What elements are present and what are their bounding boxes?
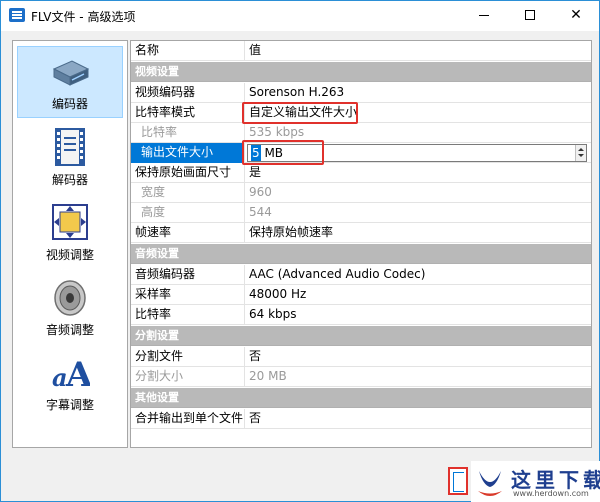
row-keep-size[interactable]: 保持原始画面尺寸 是 (131, 163, 591, 183)
split-size-name: 分割大小 (131, 367, 245, 387)
row-sample-rate[interactable]: 采样率 48000 Hz (131, 285, 591, 305)
nav-label-subtitle-adjust: 字幕调整 (45, 398, 94, 412)
nav-item-video-adjust[interactable]: 视频调整 (17, 196, 123, 268)
category-nav: 编码器 解码器 视频调整 音频调整 a A 字幕调整 (12, 40, 128, 448)
row-merge-output[interactable]: 合并输出到单个文件 否 (131, 409, 591, 429)
header-value: 值 (249, 43, 262, 57)
row-bitrate-mode[interactable]: 比特率模式 自定义输出文件大小 (131, 103, 591, 123)
watermark-url: www.herdown.com (513, 489, 589, 498)
output-size-unit: MB (260, 146, 284, 160)
output-size-spinner[interactable]: 5 MB (247, 144, 587, 162)
keep-size-value[interactable]: 是 (245, 163, 591, 183)
maximize-icon (525, 10, 535, 20)
nav-label-encoder: 编码器 (51, 97, 88, 111)
output-size-selected-digit: 5 (251, 145, 261, 161)
audio-bitrate-name: 比特率 (131, 305, 245, 325)
split-file-name: 分割文件 (131, 347, 245, 367)
height-name: 高度 (131, 203, 245, 223)
svg-text:A: A (65, 355, 90, 392)
category-split[interactable]: 分割设置 (131, 326, 591, 346)
title-bar: FLV文件 - 高级选项 ✕ (1, 1, 599, 31)
nav-label-video-adjust: 视频调整 (45, 248, 94, 262)
row-audio-encoder[interactable]: 音频编码器 AAC (Advanced Audio Codec) (131, 265, 591, 285)
category-audio-label: 音频设置 (135, 247, 179, 260)
row-split-size: 分割大小 20 MB (131, 367, 591, 387)
split-file-value[interactable]: 否 (245, 347, 591, 367)
row-audio-bitrate[interactable]: 比特率 64 kbps (131, 305, 591, 325)
row-video-encoder[interactable]: 视频编码器 Sorenson H.263 (131, 83, 591, 103)
window-title: FLV文件 - 高级选项 (31, 10, 136, 24)
width-value: 960 (249, 185, 272, 199)
bitrate-mode-name: 比特率模式 (131, 103, 245, 123)
bitrate-mode-value[interactable]: 自定义输出文件大小 (245, 103, 591, 123)
output-size-name: 输出文件大小 (131, 143, 245, 163)
audio-encoder-name: 音频编码器 (131, 265, 245, 285)
merge-output-value[interactable]: 否 (245, 409, 591, 429)
category-other[interactable]: 其他设置 (131, 388, 591, 408)
sample-rate-name: 采样率 (131, 285, 245, 305)
merge-output-name: 合并输出到单个文件 (131, 409, 245, 429)
framerate-name: 帧速率 (131, 223, 245, 243)
header-name: 名称 (131, 41, 245, 61)
category-video-label: 视频设置 (135, 65, 179, 78)
spin-up-icon[interactable] (578, 148, 584, 151)
close-icon: ✕ (570, 7, 582, 23)
video-encoder-name: 视频编码器 (131, 83, 245, 103)
split-size-value: 20 MB (249, 369, 287, 383)
maximize-button[interactable] (507, 1, 553, 31)
sample-rate-value[interactable]: 48000 Hz (245, 285, 591, 305)
row-height: 高度 544 (131, 203, 591, 223)
watermark-logo-icon (478, 471, 502, 496)
video-adjust-icon (52, 204, 88, 240)
nav-item-decoder[interactable]: 解码器 (17, 121, 123, 193)
nav-item-subtitle-adjust[interactable]: a A 字幕调整 (17, 346, 123, 418)
watermark: 这里下载 www.herdown.com (471, 461, 600, 502)
app-icon (9, 8, 25, 22)
close-button[interactable]: ✕ (553, 1, 599, 31)
row-framerate[interactable]: 帧速率 保持原始帧速率 (131, 223, 591, 243)
row-width: 宽度 960 (131, 183, 591, 203)
minimize-button[interactable] (461, 1, 507, 31)
height-value: 544 (249, 205, 272, 219)
nav-label-audio-adjust: 音频调整 (45, 323, 94, 337)
video-encoder-value[interactable]: Sorenson H.263 (245, 83, 591, 103)
framerate-value[interactable]: 保持原始帧速率 (245, 223, 591, 243)
category-other-label: 其他设置 (135, 391, 179, 404)
speaker-icon (54, 280, 86, 316)
encoder-icon (52, 60, 90, 86)
spin-down-icon[interactable] (578, 154, 584, 157)
category-audio[interactable]: 音频设置 (131, 244, 591, 264)
row-bitrate: 比特率 535 kbps (131, 123, 591, 143)
ok-button-fragment[interactable] (448, 467, 468, 495)
spin-buttons[interactable] (575, 145, 586, 161)
nav-item-audio-adjust[interactable]: 音频调整 (17, 271, 123, 343)
width-name: 宽度 (131, 183, 245, 203)
nav-label-decoder: 解码器 (51, 173, 88, 187)
keep-size-name: 保持原始画面尺寸 (131, 163, 245, 183)
audio-bitrate-value[interactable]: 64 kbps (245, 305, 591, 325)
bitrate-value: 535 kbps (249, 125, 305, 139)
audio-encoder-value[interactable]: AAC (Advanced Audio Codec) (245, 265, 591, 285)
advanced-options-window: FLV文件 - 高级选项 ✕ 编码器 解码器 视频调整 音频调整 a A 字幕调… (0, 0, 600, 502)
row-split-file[interactable]: 分割文件 否 (131, 347, 591, 367)
bitrate-name: 比特率 (131, 123, 245, 143)
property-grid: 名称 值 视频设置 视频编码器 Sorenson H.263 比特率模式 自定义… (130, 40, 592, 448)
category-split-label: 分割设置 (135, 329, 179, 342)
minimize-icon (479, 14, 489, 16)
row-output-size[interactable]: 输出文件大小 5 MB (131, 143, 591, 163)
category-video[interactable]: 视频设置 (131, 62, 591, 82)
subtitle-icon: a A (52, 355, 90, 392)
output-size-text: 5 MB (251, 145, 283, 161)
nav-item-encoder[interactable]: 编码器 (17, 46, 123, 118)
grid-header: 名称 值 (131, 41, 591, 61)
decoder-icon (55, 128, 85, 166)
